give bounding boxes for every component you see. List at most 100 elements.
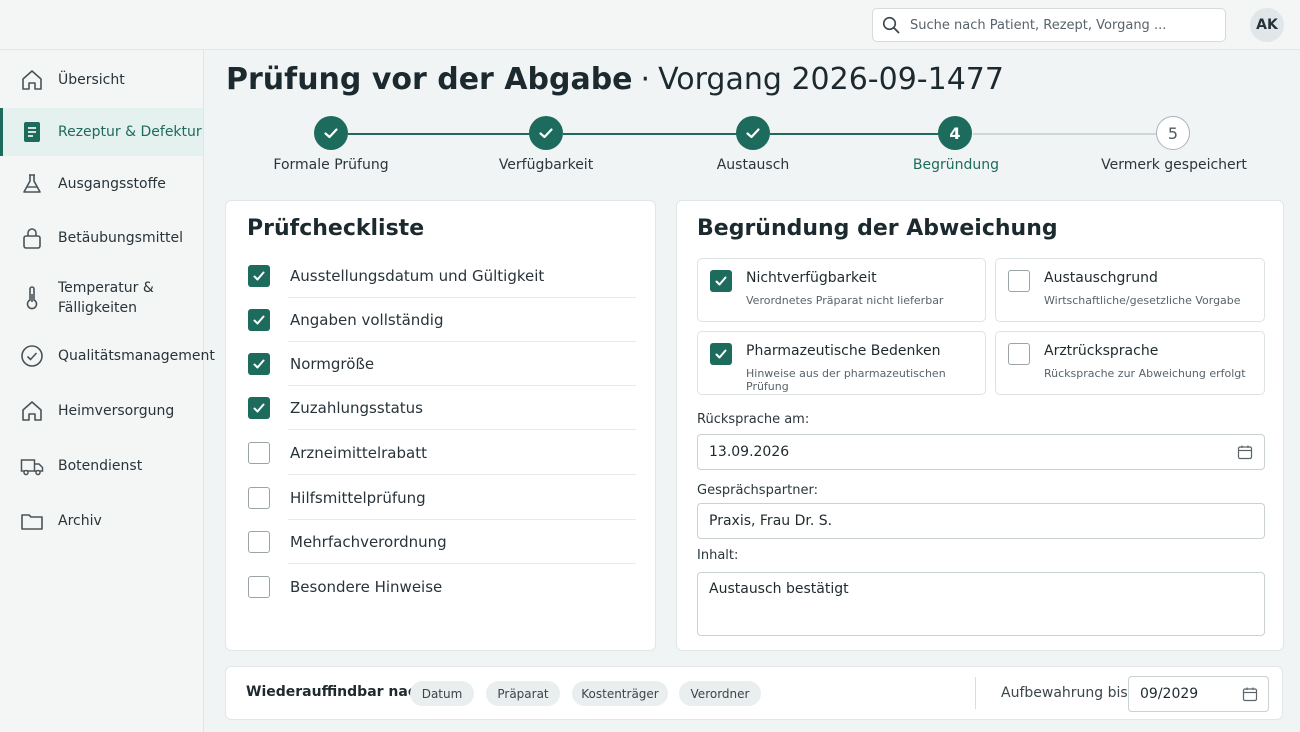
step-connector [563,133,737,135]
checklist-item[interactable]: Zuzahlungsstatus [248,386,636,430]
calendar-icon[interactable] [1242,686,1258,702]
reason-option-title: Nichtverfügbarkeit [746,270,877,286]
step-connector [348,133,530,135]
reason-option-subtitle: Hinweise aus der pharmazeutischen Prüfun… [746,367,946,393]
check-circle-icon [21,345,43,367]
checklist-item-label: Arzneimittelrabatt [290,444,427,462]
checklist-item-label: Ausstellungsdatum und Gültigkeit [290,267,545,285]
top-bar: AK [0,0,1300,50]
sidebar-item-label: Archiv [58,513,102,529]
checklist-item[interactable]: Besondere Hinweise [248,565,636,609]
search-icon [882,16,900,34]
step-label: Formale Prüfung [273,157,389,173]
step-1-check[interactable] [314,116,348,150]
checkbox-checked[interactable] [710,270,732,292]
checkbox-unchecked[interactable] [248,576,270,598]
content-textarea[interactable]: Austausch bestätigt [698,573,1264,635]
partner-label: Gesprächspartner: [697,483,818,498]
checkbox-unchecked[interactable] [248,531,270,553]
retention-field[interactable] [1128,676,1269,712]
page-title: Prüfung vor der Abgabe · Vorgang 2026-09-1… [226,60,1004,100]
step-4-current[interactable]: 4 [938,116,972,150]
sidebar-item-archiv[interactable]: Archiv [0,497,203,545]
reason-option-subtitle: Wirtschaftliche/gesetzliche Vorgabe [1044,294,1241,307]
sidebar-item-uebersicht[interactable]: Übersicht [0,56,203,104]
retention-input[interactable] [1129,677,1229,711]
step-connector [770,133,939,135]
checklist-title: Prüfcheckliste [247,216,425,241]
sidebar-item-qualitaet[interactable]: Qualitätsmanagement [0,332,215,380]
calendar-icon[interactable] [1237,444,1253,460]
sidebar-item-rezeptur[interactable]: Rezeptur & Defektur [0,108,203,156]
checkbox-checked[interactable] [248,265,270,287]
checklist-item[interactable]: Arzneimittelrabatt [248,431,636,475]
chip-verordner[interactable]: Verordner [679,681,761,706]
checkbox-unchecked[interactable] [248,442,270,464]
divider [288,474,636,475]
sidebar-item-label: Heimversorgung [58,403,175,419]
checklist-item[interactable]: Angaben vollständig [248,298,636,342]
sidebar-item-heimversorgung[interactable]: Heimversorgung [0,387,203,435]
content-field[interactable]: Austausch bestätigt [697,572,1265,636]
checkbox-checked[interactable] [248,397,270,419]
sidebar-item-temperatur[interactable]: Temperatur & Fälligkeiten [0,270,203,326]
truck-icon [20,459,44,476]
date-label: Rücksprache am: [697,412,810,427]
reason-option-title: Arztrücksprache [1044,343,1159,359]
step-2-check[interactable] [529,116,563,150]
check-icon [539,128,553,139]
date-field[interactable] [697,434,1265,470]
user-avatar[interactable]: AK [1250,8,1284,42]
chip-datum[interactable]: Datum [410,681,474,706]
partner-field[interactable] [697,503,1265,539]
flask-icon [23,174,41,193]
sidebar-item-ausgangsstoffe[interactable]: Ausgangsstoffe [0,160,203,208]
sidebar-item-label: Temperatur & Fälligkeiten [58,280,154,316]
step-5-pending[interactable]: 5 [1156,116,1190,150]
checkbox-unchecked[interactable] [248,487,270,509]
reason-option-title: Pharmazeutische Bedenken [746,343,941,359]
divider [288,429,636,430]
sidebar-item-label: Übersicht [58,72,125,88]
checklist-item[interactable]: Hilfsmittelprüfung [248,476,636,520]
checklist-item-label: Normgröße [290,355,375,373]
check-icon [324,128,338,139]
checklist-item[interactable]: Mehrfachverordnung [248,520,636,564]
checkbox-unchecked[interactable] [1008,343,1030,365]
folder-icon [21,514,43,530]
checklist-item-label: Besondere Hinweise [290,578,443,596]
checkbox-unchecked[interactable] [1008,270,1030,292]
divider [288,563,636,564]
sidebar-item-label: Botendienst [58,458,143,474]
reason-option-title: Austauschgrund [1044,270,1158,286]
check-icon [746,128,760,139]
chip-kostentraeger[interactable]: Kostenträger [572,681,668,706]
step-connector [973,133,1156,135]
sidebar-item-label: Qualitätsmanagement [58,348,215,364]
step-3-check[interactable] [736,116,770,150]
reason-option-nichtverfuegbarkeit[interactable]: Nichtverfügbarkeit Verordnetes Präparat … [697,258,986,322]
date-input[interactable] [698,435,1264,469]
title-separator: · [640,62,651,97]
partner-input[interactable] [698,504,1264,538]
step-label: Austausch [716,157,790,173]
thermometer-icon [26,286,38,310]
sidebar: Übersicht Rezeptur & Defektur Ausgangsst… [0,50,215,732]
reason-option-arztruecksprache[interactable]: Arztrücksprache Rücksprache zur Abweichu… [995,331,1265,395]
house-icon [22,401,42,421]
checklist-item[interactable]: Ausstellungsdatum und Gültigkeit [248,254,636,298]
sidebar-item-label: Ausgangsstoffe [58,176,166,192]
checklist-item[interactable]: Normgröße [248,342,636,386]
checkbox-checked[interactable] [710,343,732,365]
sidebar-item-betaeubungsmittel[interactable]: Betäubungsmittel [0,214,203,262]
check-icon [715,349,727,359]
sidebar-item-botendienst[interactable]: Botendienst [0,442,203,490]
search-input[interactable] [910,17,1210,33]
reason-title: Begründung der Abweichung [697,216,1058,241]
search-box[interactable] [872,8,1226,42]
checkbox-checked[interactable] [248,353,270,375]
reason-option-austauschgrund[interactable]: Austauschgrund Wirtschaftliche/gesetzlic… [995,258,1265,322]
checkbox-checked[interactable] [248,309,270,331]
reason-option-pharmazeutisch[interactable]: Pharmazeutische Bedenken Hinweise aus de… [697,331,986,395]
chip-praeparat[interactable]: Präparat [486,681,560,706]
